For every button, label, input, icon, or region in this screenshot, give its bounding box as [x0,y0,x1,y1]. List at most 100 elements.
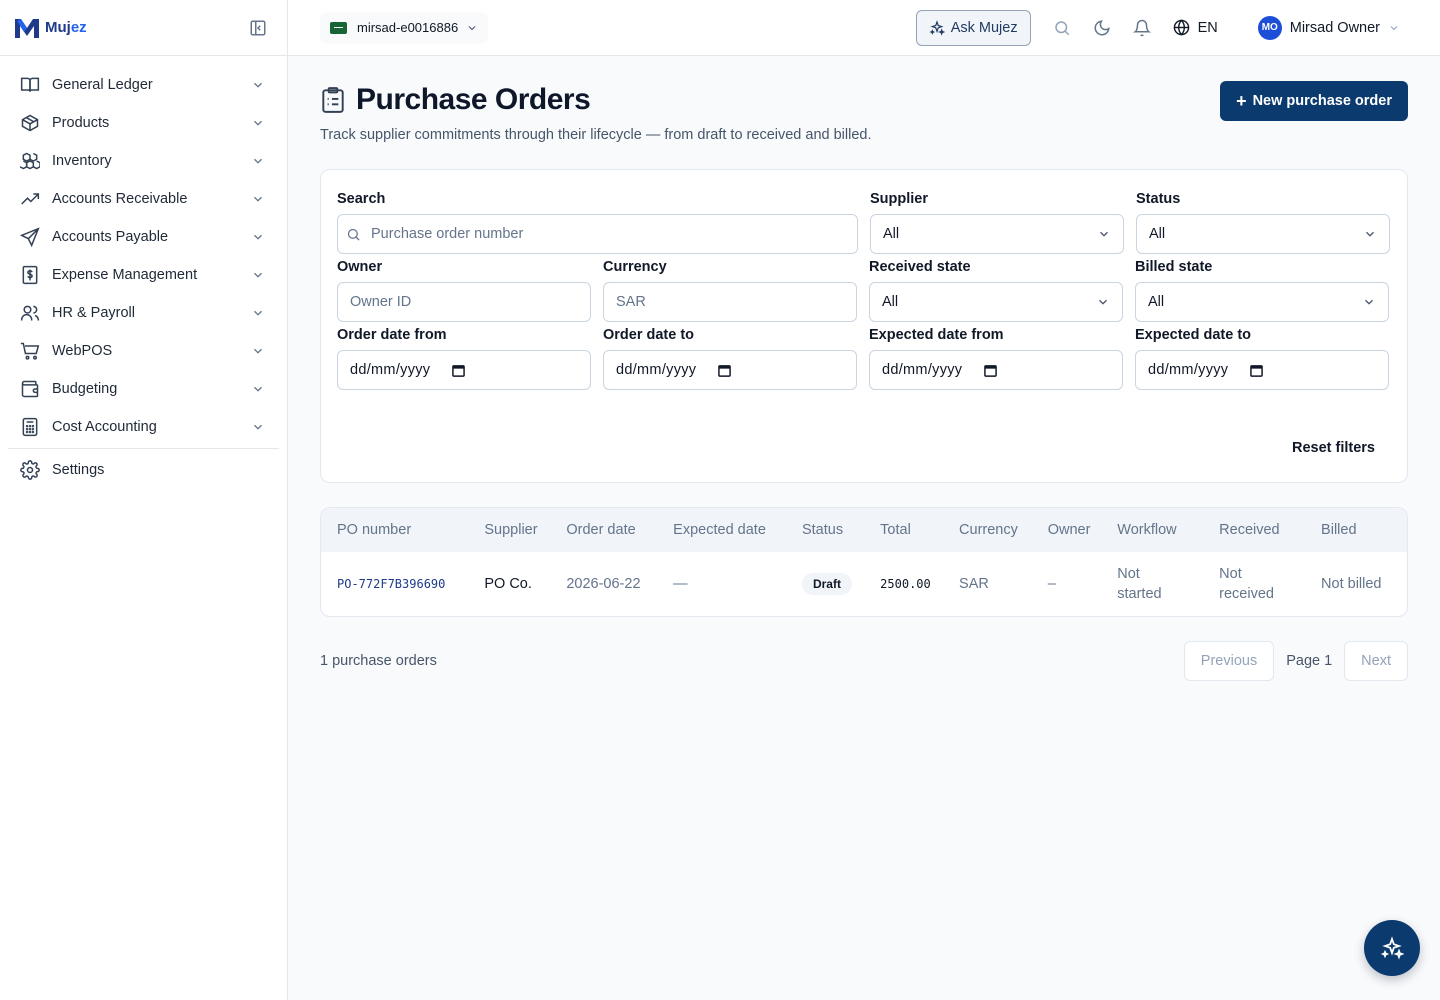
order-date-to-field: Order date to dd/mm/yyyy [603,322,857,390]
column-header-po-number[interactable]: PO number [321,508,468,552]
column-header-total[interactable]: Total [864,508,943,552]
received-cell: Not received [1203,552,1305,616]
column-header-expected-date[interactable]: Expected date [657,508,786,552]
receipt-dollar-icon [22,265,38,285]
sidebar-item-label: Expense Management [52,267,198,283]
filter-row-2: Owner Owner ID Currency SAR Received sta… [337,254,1391,322]
sidebar-item-expense-management[interactable]: Expense Management [0,256,287,294]
currency-input[interactable]: SAR [603,282,857,322]
page-indicator: Page 1 [1286,653,1333,669]
chevron-down-icon [1366,231,1374,237]
main-content: Purchase Orders Track supplier commitmen… [320,56,1408,681]
po-number-cell[interactable]: PO-772F7B396690 [321,552,468,616]
workflow-value: Not started [1117,566,1162,602]
sidebar-item-webpos[interactable]: WebPOS [0,332,287,370]
page-title: Purchase Orders [356,83,591,116]
currency-placeholder: SAR [616,294,646,310]
ask-mujez-button[interactable]: Ask Mujez [915,9,1031,46]
expected-date-cell: — [673,576,688,592]
column-header-supplier[interactable]: Supplier [468,508,550,552]
status-select[interactable]: All [1136,214,1390,254]
expected-date-from-input[interactable]: dd/mm/yyyy [869,350,1123,390]
next-page-button[interactable]: Next [1344,641,1408,681]
status-label: Status [1136,191,1181,207]
saudi-flag-icon [330,21,347,34]
column-header-workflow[interactable]: Workflow [1101,508,1203,552]
sidebar-item-label: Products [52,115,110,131]
sidebar-collapse-icon[interactable] [249,19,267,37]
billed-state-select[interactable]: All [1135,282,1389,322]
wallet-icon [21,380,39,398]
table-header-row: PO number Supplier Order date Expected d… [321,508,1407,552]
moon-icon[interactable] [1093,19,1111,37]
sidebar-item-inventory[interactable]: Inventory [0,142,287,180]
search-icon [347,228,360,241]
sidebar-nav: General Ledger Products Inventory Accoun… [0,56,287,489]
calendar-icon[interactable] [1250,364,1264,377]
chevron-down-icon [254,424,262,430]
column-header-owner[interactable]: Owner [1032,508,1102,552]
sidebar-item-settings[interactable]: Settings [0,451,287,489]
column-header-status[interactable]: Status [786,508,864,552]
search-icon[interactable] [1053,19,1071,37]
sidebar-item-hr-payroll[interactable]: HR & Payroll [0,294,287,332]
sidebar-item-cost-accounting[interactable]: Cost Accounting [0,408,287,446]
language-switcher[interactable]: EN [1173,19,1218,36]
ai-assistant-fab[interactable] [1364,920,1420,976]
order-date-to-input[interactable]: dd/mm/yyyy [603,350,857,390]
user-menu[interactable]: MO Mirsad Owner [1257,15,1400,40]
supplier-value: All [883,226,900,242]
expected-date-to-input[interactable]: dd/mm/yyyy [1135,350,1389,390]
owner-input[interactable]: Owner ID [337,282,591,322]
table: PO number Supplier Order date Expected d… [321,508,1407,616]
chevron-down-icon [254,158,262,164]
calendar-icon[interactable] [984,364,998,377]
currency-cell: SAR [959,576,989,592]
column-header-received[interactable]: Received [1203,508,1305,552]
status-cell: Draft [786,552,864,616]
received-state-select[interactable]: All [869,282,1123,322]
reset-filters-button[interactable]: Reset filters [1292,440,1375,456]
supplier-field: Supplier All [870,186,1124,254]
search-field: Search Purchase order number [337,186,858,254]
received-state-field: Received state All [869,254,1123,322]
company-switcher[interactable]: mirsad-e0016886 [320,11,489,44]
brand-name[interactable]: Mujez [45,19,87,36]
column-header-order-date[interactable]: Order date [550,508,657,552]
filter-row-1: Search Purchase order number Supplier Al… [337,186,1391,254]
table-row[interactable]: PO-772F7B396690 PO Co. 2026-06-22 — Draf… [321,552,1407,616]
order-date-from-input[interactable]: dd/mm/yyyy [337,350,591,390]
chevron-down-icon [254,348,262,354]
sidebar-item-accounts-payable[interactable]: Accounts Payable [0,218,287,256]
sidebar-item-label: Accounts Receivable [52,191,188,207]
bell-icon[interactable] [1132,19,1151,37]
previous-page-button[interactable]: Previous [1183,641,1275,681]
expected-date-to-field: Expected date to dd/mm/yyyy [1135,322,1389,390]
chevron-down-icon [1100,231,1108,237]
column-header-billed[interactable]: Billed [1305,508,1407,552]
brand-header: Mujez [0,0,287,56]
sidebar-item-accounts-receivable[interactable]: Accounts Receivable [0,180,287,218]
calendar-icon[interactable] [718,364,732,377]
sidebar-item-products[interactable]: Products [0,104,287,142]
sidebar-item-general-ledger[interactable]: General Ledger [0,66,287,104]
supplier-select[interactable]: All [870,214,1124,254]
sidebar-item-budgeting[interactable]: Budgeting [0,370,287,408]
sidebar-item-label: Accounts Payable [52,229,169,245]
shopping-cart-icon [20,342,40,360]
globe-icon [1173,19,1189,36]
order-date-to-label: Order date to [603,327,695,343]
page-subtitle: Track supplier commitments through their… [320,127,872,143]
currency-label: Currency [603,259,667,275]
billed-state-label: Billed state [1135,259,1213,275]
expected-date-to-value: dd/mm/yyyy [1148,362,1229,378]
sidebar-item-label: HR & Payroll [52,305,135,321]
ask-mujez-label: Ask Mujez [950,19,1018,36]
new-purchase-order-button[interactable]: + New purchase order [1220,81,1408,121]
search-label: Search [337,191,386,207]
billed-cell: Not billed [1305,552,1407,616]
search-input[interactable]: Purchase order number [337,214,858,254]
package-icon [21,114,39,132]
calendar-icon[interactable] [452,364,466,377]
column-header-currency[interactable]: Currency [943,508,1032,552]
